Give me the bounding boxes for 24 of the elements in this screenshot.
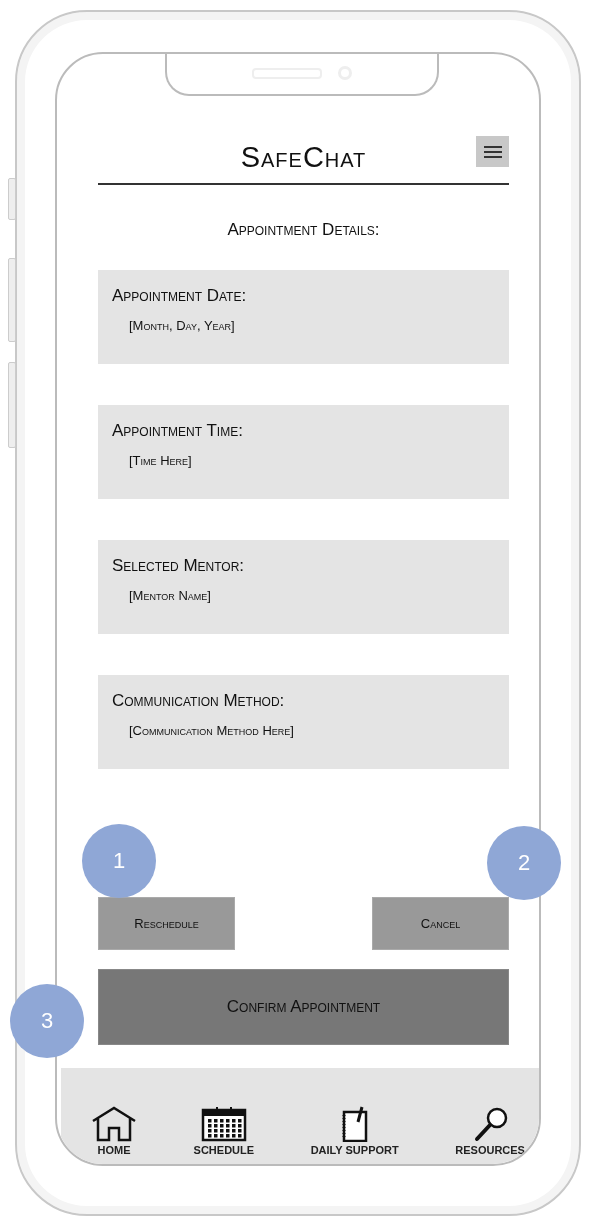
home-icon: [91, 1106, 137, 1142]
calendar-icon: [200, 1106, 247, 1142]
field-value: [Mentor Name]: [129, 588, 212, 603]
nav-tab[interactable]: DAILY SUPPORT: [310, 1106, 399, 1156]
section-title: Appointment Details:: [226, 220, 381, 240]
field-value: [Time Here]: [129, 453, 193, 468]
reschedule-button[interactable]: Reschedule: [98, 897, 235, 950]
field-label: Selected Mentor:: [112, 556, 246, 576]
field-label: Appointment Time:: [112, 421, 244, 441]
menu-button[interactable]: [476, 136, 509, 167]
field-label: Communication Method:: [112, 691, 286, 711]
nav-tab[interactable]: HOME: [91, 1106, 137, 1156]
field-value: [Communication Method Here]: [129, 723, 295, 738]
app-title: SafeChat: [240, 141, 367, 174]
step-marker: 3: [10, 984, 84, 1058]
step-marker: 1: [82, 824, 156, 898]
field-value: [Month, Day, Year]: [129, 318, 236, 333]
nav-tab[interactable]: SCHEDULE: [193, 1106, 255, 1156]
confirm-button[interactable]: Confirm Appointment: [98, 969, 509, 1045]
field-label: Appointment Date:: [112, 286, 248, 306]
nav-tab[interactable]: RESOURCES: [455, 1106, 525, 1156]
step-marker: 2: [487, 826, 561, 900]
cancel-button[interactable]: Cancel: [372, 897, 509, 950]
menu-icon: [483, 145, 502, 158]
